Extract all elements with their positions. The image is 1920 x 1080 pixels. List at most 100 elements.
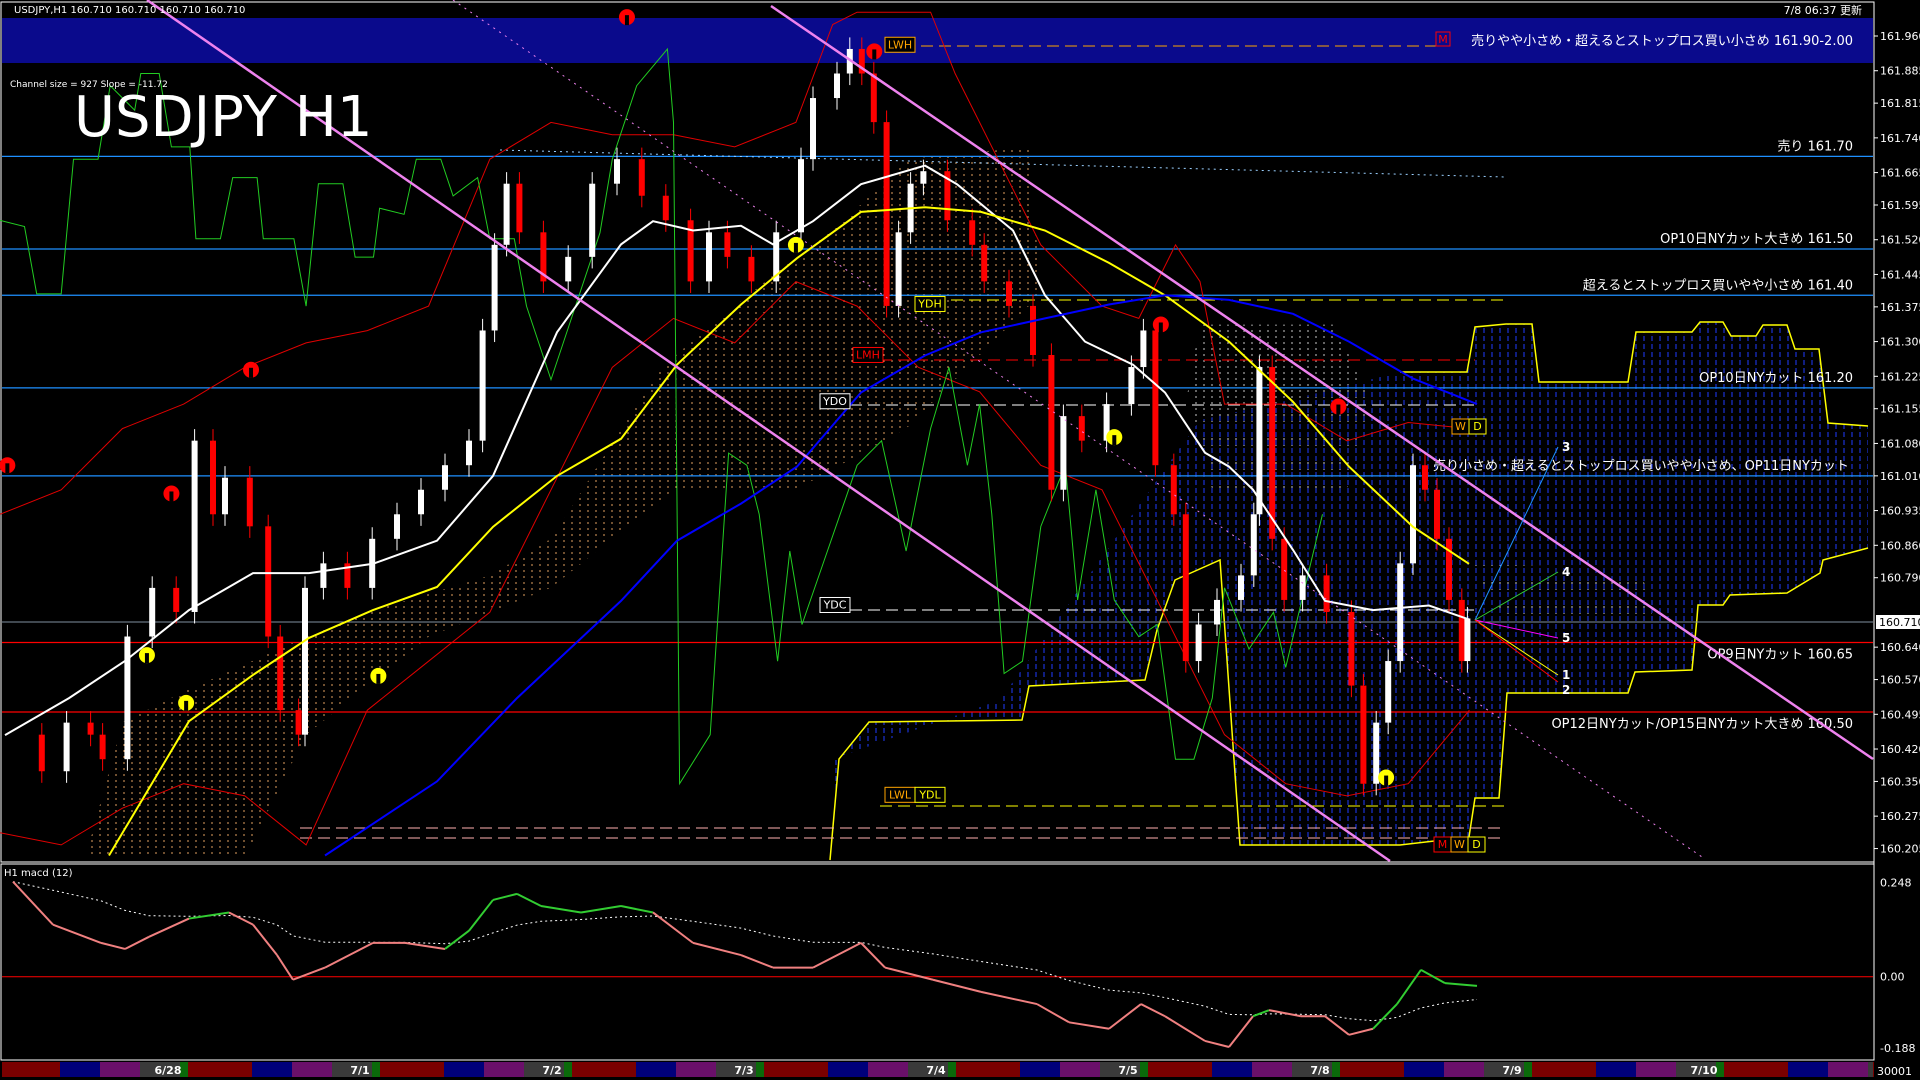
time-segment [1332, 1062, 1340, 1077]
y-tick-label: 161.885 [1880, 65, 1920, 78]
bear-candle [639, 159, 645, 196]
y-tick-label: 160.935 [1880, 505, 1920, 518]
y-tick-label: 160.350 [1880, 775, 1920, 788]
bear-candle [210, 441, 216, 515]
macd-segment [885, 968, 933, 980]
y-tick-label: 160.205 [1880, 843, 1920, 856]
macd-segment [493, 894, 517, 900]
macd-segment [693, 943, 741, 955]
y-tick-label: 161.815 [1880, 97, 1920, 110]
bull-candle [1214, 600, 1220, 625]
usdjpy-h1-chart[interactable]: 売り 161.70OP10日NYカット大きめ 161.50超えるとストップロス買… [0, 0, 1920, 1080]
level-label: 売り 161.70 [1777, 138, 1853, 154]
y-tick-label: 161.375 [1880, 301, 1920, 314]
macd-segment [277, 955, 293, 980]
macd-segment [101, 943, 125, 949]
bull-candle [1128, 367, 1134, 404]
fractal-icon-notch [249, 368, 253, 378]
level-label: OP12日NYカット/OP15日NYカット大きめ 160.50 [1551, 717, 1853, 732]
bear-candle [1281, 539, 1287, 600]
bear-candle [296, 710, 302, 735]
date-label: 7/4 [926, 1064, 946, 1077]
bull-candle [1196, 624, 1202, 661]
macd-segment [813, 943, 861, 968]
bear-candle [1360, 686, 1366, 784]
y-tick-label: 161.080 [1880, 437, 1920, 450]
ichimoku-cloud [86, 147, 1868, 860]
bull-candle [504, 184, 510, 245]
bear-candle [100, 735, 106, 760]
bull-candle [920, 171, 926, 184]
macd-segment [1165, 1016, 1205, 1041]
chart-title: USDJPY H1 [74, 85, 372, 150]
time-segment [572, 1062, 636, 1077]
bull-candle [64, 723, 70, 772]
wd-label-d: D [1473, 420, 1481, 433]
macd-segment [253, 925, 277, 955]
bull-candle [442, 465, 448, 490]
bull-candle [418, 490, 424, 515]
y-tick-label: 160.790 [1880, 572, 1920, 585]
time-segment [1340, 1062, 1404, 1077]
fractal-icon-notch [1159, 322, 1163, 332]
bull-candle [589, 184, 595, 257]
time-segment [676, 1062, 716, 1077]
fractal-icon-notch [625, 15, 629, 25]
macd-segment [1069, 1022, 1109, 1028]
date-label: 7/1 [350, 1064, 369, 1077]
bear-candle [1152, 330, 1158, 465]
macd-segment [981, 992, 1037, 1004]
time-segment [868, 1062, 908, 1077]
macd-segment [621, 906, 653, 912]
time-segment [1868, 1062, 1873, 1077]
time-segment [1524, 1062, 1532, 1077]
time-segment [1140, 1062, 1148, 1077]
time-segment [1596, 1062, 1636, 1077]
ref-label-lmh: LMH [856, 348, 880, 361]
symbol-info: USDJPY,H1 160.710 160.710 160.710 160.71… [14, 5, 245, 16]
time-segment [188, 1062, 252, 1077]
macd-segment [1325, 1016, 1349, 1035]
macd-segment [1349, 1029, 1373, 1035]
y-tick-label: 161.665 [1880, 167, 1920, 180]
y-tick-label: 160.495 [1880, 708, 1920, 721]
bull-candle [810, 98, 816, 159]
bull-candle [1060, 416, 1066, 490]
bull-candle [302, 588, 308, 735]
m-marker: M [1438, 33, 1448, 46]
bull-candle [1256, 367, 1262, 514]
macd-segment [445, 931, 469, 949]
bull-candle [222, 478, 228, 515]
mwd-label-w: W [1454, 838, 1465, 851]
time-segment [764, 1062, 828, 1077]
y-tick-label: 161.155 [1880, 403, 1920, 416]
ref-label-ydc: YDC [823, 598, 847, 611]
bull-candle [706, 232, 712, 281]
time-segment [564, 1062, 572, 1077]
wd-label-w: W [1455, 420, 1466, 433]
time-segment [252, 1062, 292, 1077]
bear-candle [1269, 367, 1275, 539]
ref-label-ydo: YDO [822, 395, 847, 408]
fractal-icon-notch [1384, 776, 1388, 786]
bear-candle [871, 74, 877, 123]
bear-candle [884, 122, 890, 306]
time-segment [636, 1062, 676, 1077]
bear-candle [265, 526, 271, 636]
macd-segment [1109, 1004, 1141, 1029]
bear-candle [1446, 539, 1452, 600]
y-tick-label: 160.860 [1880, 539, 1920, 552]
bull-candle [896, 232, 902, 306]
bear-candle [1459, 600, 1465, 661]
macd-segment [861, 943, 885, 968]
level-label: OP10日NYカット 161.20 [1699, 371, 1853, 386]
bear-candle [1171, 465, 1177, 514]
bear-candle [748, 257, 754, 282]
fractal-icon-notch [5, 463, 9, 473]
bear-candle [663, 196, 669, 221]
bull-candle [466, 441, 472, 466]
date-label: 7/10 [1691, 1064, 1718, 1077]
macd-segment [1037, 1004, 1069, 1022]
price-axis: 161.960161.885161.815161.740161.665161.5… [1874, 2, 1920, 1060]
level-label: 売り小さめ・超えるとストップロス買いやや小さめ、OP11日NYカット [1433, 458, 1849, 474]
